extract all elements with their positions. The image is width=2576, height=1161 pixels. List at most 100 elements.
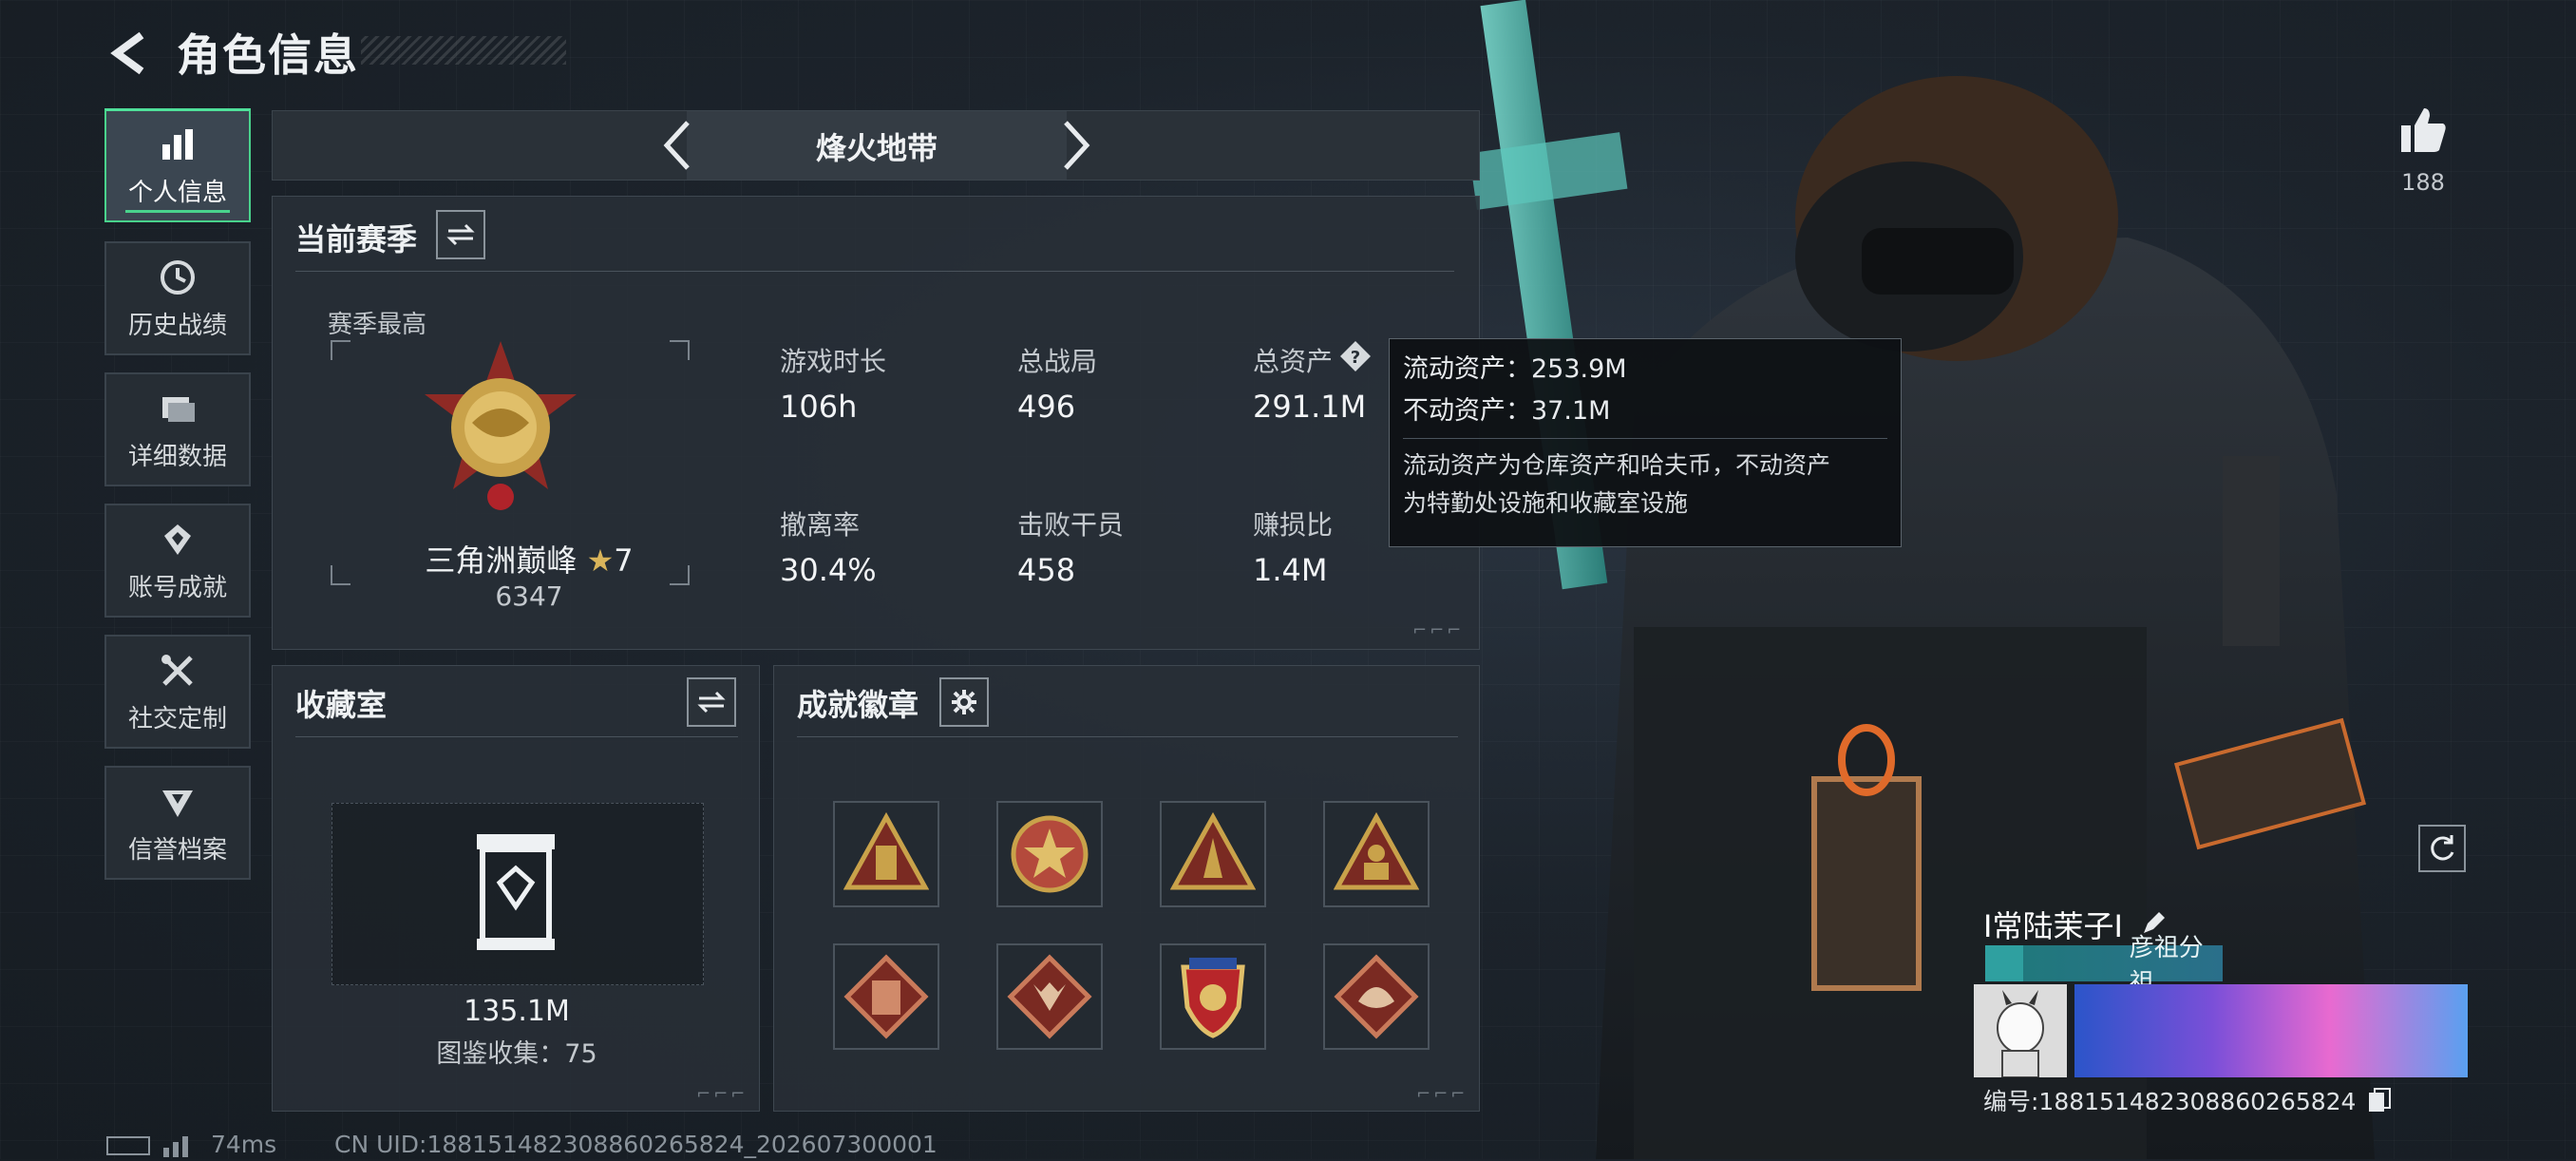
thumbs-up-icon (2401, 108, 2446, 152)
stat-label-total-assets: 总资产 (1253, 346, 1334, 377)
nav-item-label: 历史战绩 (127, 311, 227, 340)
star-icon: ★ (586, 542, 615, 579)
player-id-text: 编号:18815148230886026582​4 (1983, 1088, 2357, 1115)
switch-season-button[interactable] (436, 210, 485, 259)
collection-catalog-count: 图鉴收集：75 (436, 1039, 597, 1069)
ping-display: 74ms (211, 1131, 277, 1158)
rank-name-row: 三角洲巅峰 ★7 (406, 537, 653, 580)
tools-icon (157, 650, 199, 692)
stat-label-kills: 击败干员 (1017, 509, 1125, 541)
achievements-panel-title: 成就徽章 (797, 687, 919, 723)
achievement-badge[interactable] (996, 801, 1103, 907)
chevron-left-icon (110, 31, 144, 75)
divider (295, 271, 1454, 272)
nav-item-label: 账号成就 (127, 573, 227, 602)
achievement-badge[interactable] (1323, 943, 1430, 1050)
copy-id-button[interactable] (2367, 1087, 2392, 1119)
collection-preview[interactable] (331, 803, 704, 985)
nav-item-label: 社交定制 (127, 704, 227, 733)
stat-value-playtime: 106h (780, 389, 858, 425)
diamond-wolf-badge-icon (1007, 954, 1092, 1039)
tooltip-liquid-assets: 流动资产：253.9M (1403, 354, 1627, 384)
stat-label-profit-ratio: 赚损比 (1253, 509, 1334, 541)
guild-tag[interactable]: 彦祖分祖 (1985, 934, 2223, 998)
achievement-badge[interactable] (833, 801, 939, 907)
season-best-label: 赛季最高 (328, 311, 427, 339)
mode-title: 烽火地带 (815, 130, 938, 166)
achievement-badge[interactable] (1160, 943, 1266, 1050)
rank-stars: 7 (614, 542, 634, 579)
nav-item-label: 信誉档案 (127, 835, 227, 865)
swap-arrows-icon (446, 223, 475, 246)
previous-mode-button[interactable] (649, 117, 706, 174)
back-button[interactable] (103, 25, 160, 82)
stat-label-total-matches: 总战局 (1017, 346, 1098, 377)
signal-icon (161, 1131, 196, 1161)
shield-icon (157, 781, 199, 823)
player-avatar[interactable] (1974, 984, 2067, 1078)
achievement-badge[interactable] (833, 943, 939, 1050)
nav-item-history[interactable]: 历史战绩 (104, 241, 251, 355)
clock-icon (157, 257, 199, 298)
page-title: 角色信息 (177, 29, 359, 81)
chevron-right-icon (1064, 121, 1090, 170)
diamond-dragon-badge-icon (1334, 954, 1419, 1039)
player-id: 编号:18815148230886026582​4 (1983, 1083, 2392, 1119)
player-name-text: I常陆茉子I (1983, 908, 2123, 944)
tooltip-description-line2: 为特勤处设施和收藏室设施 (1403, 489, 1689, 517)
diamond-armor-badge-icon (843, 954, 929, 1039)
stat-value-kills: 458 (1017, 552, 1076, 588)
collection-value: 135.1M (464, 995, 570, 1028)
next-mode-button[interactable] (1048, 117, 1105, 174)
asset-tooltip: 流动资产：253.9M 不动资产：37.1M 流动资产为仓库资产和哈夫币，不动资… (1389, 338, 1902, 547)
divider (797, 736, 1458, 737)
profile-banner-image[interactable] (2074, 984, 2468, 1077)
stat-value-profit-ratio: 1.4M (1253, 552, 1328, 588)
nav-item-achievements[interactable]: 账号成就 (104, 504, 251, 618)
nav-item-label: 个人信息 (127, 179, 227, 207)
stat-label-playtime: 游戏时长 (780, 346, 887, 377)
star-medal-badge-icon (1011, 815, 1089, 893)
divider (295, 736, 738, 737)
gear-icon (952, 690, 976, 714)
collection-room-panel: 收藏室 135.1M 图鉴收集：75 ⌐⌐⌐ (272, 665, 760, 1112)
question-diamond-icon: ? (1340, 341, 1371, 371)
footer-uid: CN UID:18815148230886026582​4_2026073000… (334, 1131, 938, 1158)
divider (1403, 438, 1887, 439)
nav-item-label: 详细数据 (127, 442, 227, 471)
asset-info-button[interactable]: ? (1338, 339, 1373, 373)
chevron-left-icon (663, 121, 690, 170)
nav-item-social-custom[interactable]: 社交定制 (104, 635, 251, 749)
stat-value-extraction-rate: 30.4% (780, 552, 877, 588)
season-panel-title: 当前赛季 (295, 221, 418, 257)
like-count: 188 (2401, 169, 2445, 196)
triangle-tower-badge-icon (843, 811, 929, 890)
nav-item-detailed-data[interactable]: 详细数据 (104, 372, 251, 486)
title-decoration (361, 36, 566, 65)
switch-collection-button[interactable] (687, 677, 736, 727)
achievement-badge[interactable] (1160, 801, 1266, 907)
corner-decoration: ⌐⌐⌐ (1416, 1084, 1468, 1104)
achievement-badge[interactable] (996, 943, 1103, 1050)
rank-emblem-icon (425, 341, 577, 510)
rank-name: 三角洲巅峰 (425, 542, 578, 579)
rotate-character-button[interactable] (2418, 825, 2466, 872)
achievement-badge[interactable] (1323, 801, 1430, 907)
tooltip-fixed-assets: 不动资产：37.1M (1403, 396, 1611, 426)
shield-gold-badge-icon (1181, 958, 1245, 1038)
rotate-icon (2431, 835, 2454, 861)
like-button[interactable] (2397, 105, 2449, 156)
nav-item-credit-record[interactable]: 信誉档案 (104, 766, 251, 880)
folder-icon (157, 388, 199, 429)
badge-settings-button[interactable] (939, 677, 989, 727)
mode-selector-bar: 烽火地带 (272, 110, 1480, 181)
stat-value-total-assets: 291.1M (1253, 389, 1367, 425)
triangle-soldier-badge-icon (1334, 811, 1419, 890)
tooltip-description-line1: 流动资产为仓库资产和哈夫币，不动资产 (1403, 451, 1831, 479)
nav-item-personal-info[interactable]: 个人信息 (104, 108, 251, 222)
avatar-figure-icon (1997, 990, 2044, 1078)
current-season-panel: 当前赛季 赛季最高 三角洲巅峰 ★7 6347 游戏时长 106h 总战局 49… (272, 196, 1480, 650)
battery-icon (106, 1136, 150, 1155)
triangle-rocket-badge-icon (1170, 811, 1256, 890)
achievement-badges-panel: 成就徽章 ⌐⌐⌐ (773, 665, 1480, 1112)
